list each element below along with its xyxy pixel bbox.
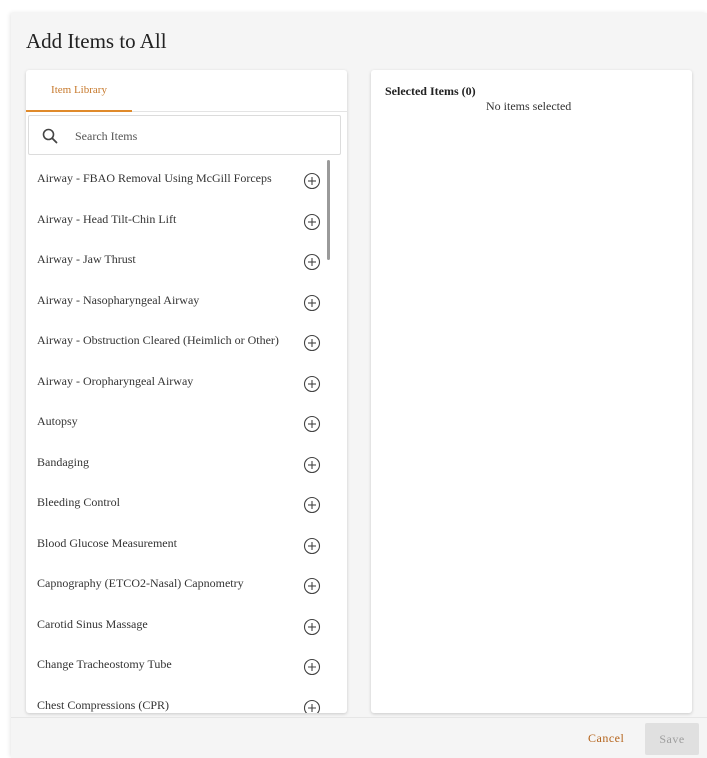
add-circle-icon[interactable] — [303, 415, 321, 433]
selected-items-panel: Selected Items (0) No items selected — [371, 70, 692, 713]
item-library-panel: Item Library Airway - FBAO Removal Using… — [26, 70, 347, 713]
list-item[interactable]: Airway - Oropharyngeal Airway — [26, 361, 347, 402]
list-item-label: Airway - Head Tilt-Chin Lift — [37, 211, 177, 226]
list-item[interactable]: Carotid Sinus Massage — [26, 604, 347, 645]
list-item-label: Bandaging — [37, 454, 89, 469]
add-circle-icon[interactable] — [303, 172, 321, 190]
list-item[interactable]: Blood Glucose Measurement — [26, 523, 347, 564]
list-item[interactable]: Change Tracheostomy Tube — [26, 644, 347, 685]
search-input[interactable] — [73, 125, 327, 147]
tab-bar: Item Library — [26, 70, 347, 112]
list-item[interactable]: Bleeding Control — [26, 482, 347, 523]
add-circle-icon[interactable] — [303, 253, 321, 271]
list-item-label: Autopsy — [37, 414, 78, 428]
list-item-label: Airway - Jaw Thrust — [37, 252, 136, 266]
list-item[interactable]: Autopsy — [26, 401, 347, 442]
add-items-dialog: Add Items to All Item Library Airway - F… — [11, 13, 707, 758]
add-circle-icon[interactable] — [303, 496, 321, 514]
list-item-label: Airway - Obstruction Cleared (Heimlich o… — [37, 333, 279, 347]
item-list[interactable]: Airway - FBAO Removal Using McGill Force… — [26, 158, 347, 713]
add-circle-icon[interactable] — [303, 334, 321, 352]
list-item[interactable]: Airway - FBAO Removal Using McGill Force… — [26, 158, 347, 199]
list-item-label: Change Tracheostomy Tube — [37, 657, 172, 671]
search-icon — [42, 128, 58, 144]
list-item[interactable]: Chest Compressions (CPR) — [26, 685, 347, 714]
list-item-label: Airway - Oropharyngeal Airway — [37, 373, 194, 388]
tab-item-library[interactable]: Item Library — [26, 70, 132, 112]
add-circle-icon[interactable] — [303, 658, 321, 676]
dialog-title: Add Items to All — [26, 29, 167, 53]
search-box — [28, 115, 341, 155]
list-scrollbar[interactable] — [327, 160, 330, 260]
add-circle-icon[interactable] — [303, 618, 321, 636]
add-circle-icon[interactable] — [303, 375, 321, 393]
list-item[interactable]: Airway - Head Tilt-Chin Lift — [26, 199, 347, 240]
list-item-label: Airway - FBAO Removal Using McGill Force… — [37, 171, 272, 185]
add-circle-icon[interactable] — [303, 577, 321, 595]
add-circle-icon[interactable] — [303, 456, 321, 474]
list-item[interactable]: Airway - Nasopharyngeal Airway — [26, 280, 347, 321]
dialog-footer: Cancel Save — [11, 717, 707, 758]
add-circle-icon[interactable] — [303, 213, 321, 231]
save-button[interactable]: Save — [645, 723, 699, 755]
list-item-label: Airway - Nasopharyngeal Airway — [37, 292, 200, 307]
list-item[interactable]: Bandaging — [26, 442, 347, 483]
list-item-label: Carotid Sinus Massage — [37, 616, 148, 631]
cancel-button[interactable]: Cancel — [588, 731, 624, 746]
add-circle-icon[interactable] — [303, 294, 321, 312]
add-circle-icon[interactable] — [303, 699, 321, 714]
selected-items-title: Selected Items (0) — [385, 84, 476, 98]
no-items-message: No items selected — [486, 99, 572, 113]
list-item[interactable]: Airway - Obstruction Cleared (Heimlich o… — [26, 320, 347, 361]
list-item-label: Capnography (ETCO2-Nasal) Capnometry — [37, 576, 244, 590]
add-circle-icon[interactable] — [303, 537, 321, 555]
list-item-label: Chest Compressions (CPR) — [37, 697, 170, 712]
list-item-label: Blood Glucose Measurement — [37, 535, 177, 550]
list-item[interactable]: Airway - Jaw Thrust — [26, 239, 347, 280]
list-item[interactable]: Capnography (ETCO2-Nasal) Capnometry — [26, 563, 347, 604]
list-item-label: Bleeding Control — [37, 495, 120, 509]
